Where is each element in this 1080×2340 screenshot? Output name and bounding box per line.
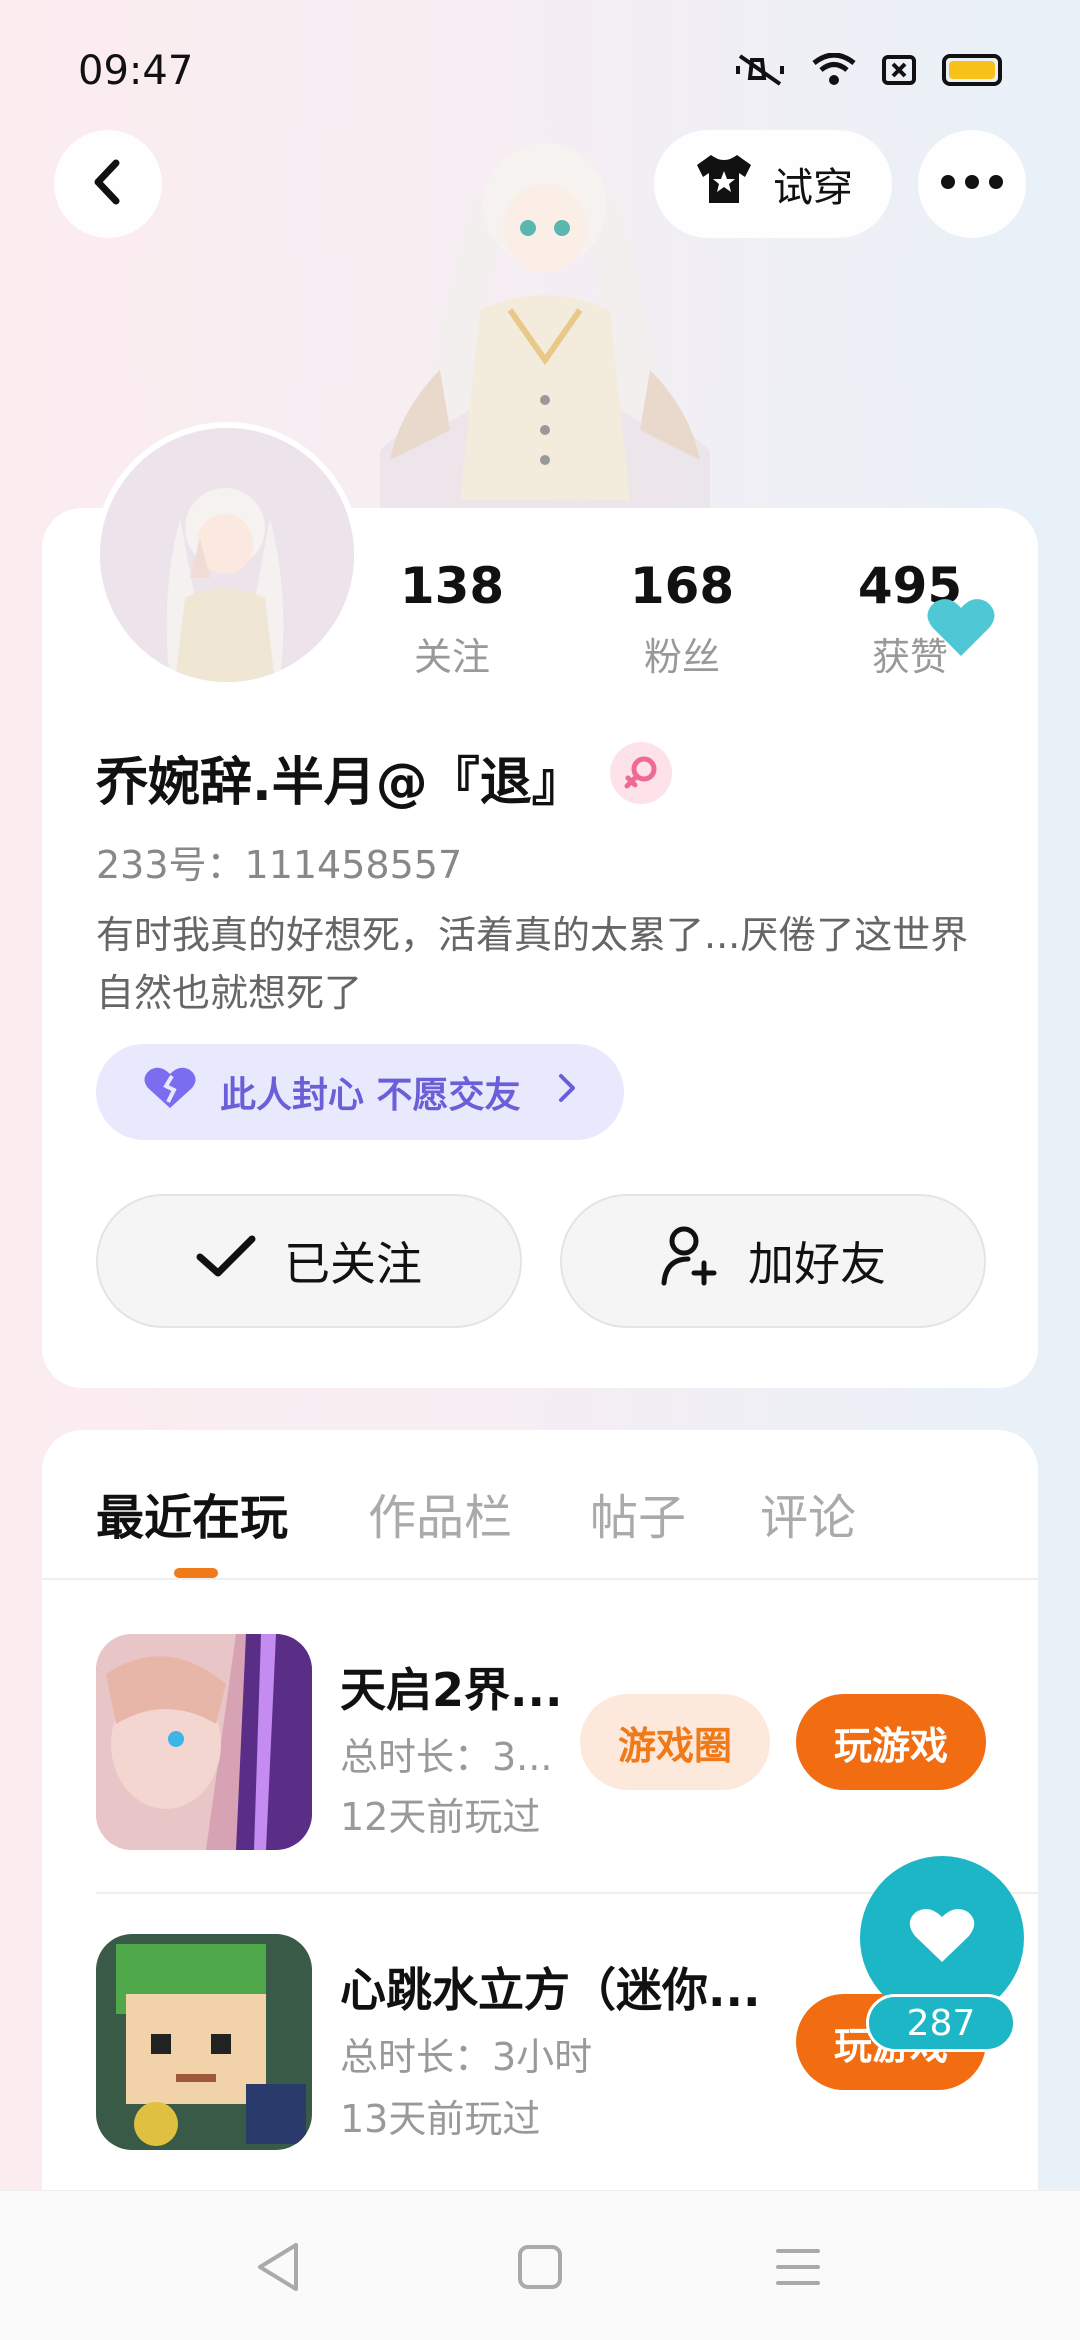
- stat-fans-count: 168: [629, 557, 735, 615]
- username: 乔婉辞.半月@『退』: [96, 753, 584, 813]
- game-icon[interactable]: [96, 1634, 312, 1850]
- status-tag[interactable]: 此人封心 不愿交友: [96, 1044, 624, 1140]
- game-duration: 总时长：3...: [340, 1735, 553, 1779]
- add-user-icon: [660, 1225, 720, 1298]
- status-tag-label: 此人封心 不愿交友: [220, 1075, 521, 1116]
- nav-home-icon[interactable]: [508, 2235, 572, 2299]
- like-count: 287: [866, 1994, 1016, 2052]
- game-duration: 总时长：3小时: [340, 2035, 593, 2079]
- nav-back-icon[interactable]: [246, 2235, 310, 2299]
- stat-fans-label: 粉丝: [643, 635, 720, 679]
- mute-icon: [734, 52, 786, 88]
- tab-divider: [42, 1578, 1038, 1580]
- add-friend-label: 加好友: [748, 1237, 886, 1291]
- heart-icon: [907, 1906, 977, 1970]
- followed-button[interactable]: 已关注: [96, 1194, 522, 1328]
- stat-fans[interactable]: 168 粉丝: [592, 556, 772, 681]
- nav-menu-icon[interactable]: [766, 2235, 830, 2299]
- tab-recently-played[interactable]: 最近在玩: [96, 1478, 288, 1548]
- wifi-icon: [812, 53, 856, 87]
- game-name: 心跳水立方（迷你...: [340, 1963, 761, 2017]
- tab-works[interactable]: 作品栏: [368, 1478, 512, 1548]
- game-last-played: 12天前玩过: [340, 1795, 541, 1839]
- battery-icon: [942, 54, 1002, 86]
- add-friend-button[interactable]: 加好友: [560, 1194, 986, 1328]
- broken-heart-icon: [142, 1066, 198, 1119]
- tshirt-icon: [693, 151, 755, 217]
- game-circle-button[interactable]: 游戏圈: [580, 1694, 770, 1790]
- avatar[interactable]: [94, 422, 360, 688]
- try-on-label: 试穿: [773, 165, 853, 211]
- status-icons: [734, 52, 1002, 88]
- floating-heart-icon: [925, 596, 997, 664]
- stat-following-label: 关注: [413, 635, 490, 679]
- active-tab-indicator: [174, 1568, 218, 1578]
- followed-label: 已关注: [284, 1237, 422, 1291]
- stat-following[interactable]: 138 关注: [362, 556, 542, 681]
- more-button[interactable]: [918, 130, 1026, 238]
- chevron-right-icon: [557, 1072, 577, 1113]
- tab-comments[interactable]: 评论: [760, 1478, 856, 1548]
- try-on-button[interactable]: 试穿: [654, 130, 892, 238]
- more-dots-icon: [940, 174, 1004, 194]
- bio: 有时我真的好想死，活着真的太累了...厌倦了这世界自然也就想死了: [96, 913, 969, 1015]
- stat-following-count: 138: [399, 557, 505, 615]
- female-icon: [610, 742, 672, 804]
- system-nav-bar: [0, 2190, 1080, 2340]
- check-icon: [196, 1233, 256, 1290]
- game-name: 天启2界...: [340, 1663, 563, 1717]
- game-icon[interactable]: [96, 1934, 312, 2150]
- play-game-button[interactable]: 玩游戏: [796, 1694, 986, 1790]
- tab-posts[interactable]: 帖子: [590, 1478, 686, 1548]
- status-time: 09:47: [78, 48, 194, 94]
- user-id: 233号：111458557: [96, 843, 463, 887]
- chevron-left-icon: [88, 157, 128, 211]
- game-last-played: 13天前玩过: [340, 2097, 541, 2141]
- back-button[interactable]: [54, 130, 162, 238]
- sim-icon: [882, 55, 916, 85]
